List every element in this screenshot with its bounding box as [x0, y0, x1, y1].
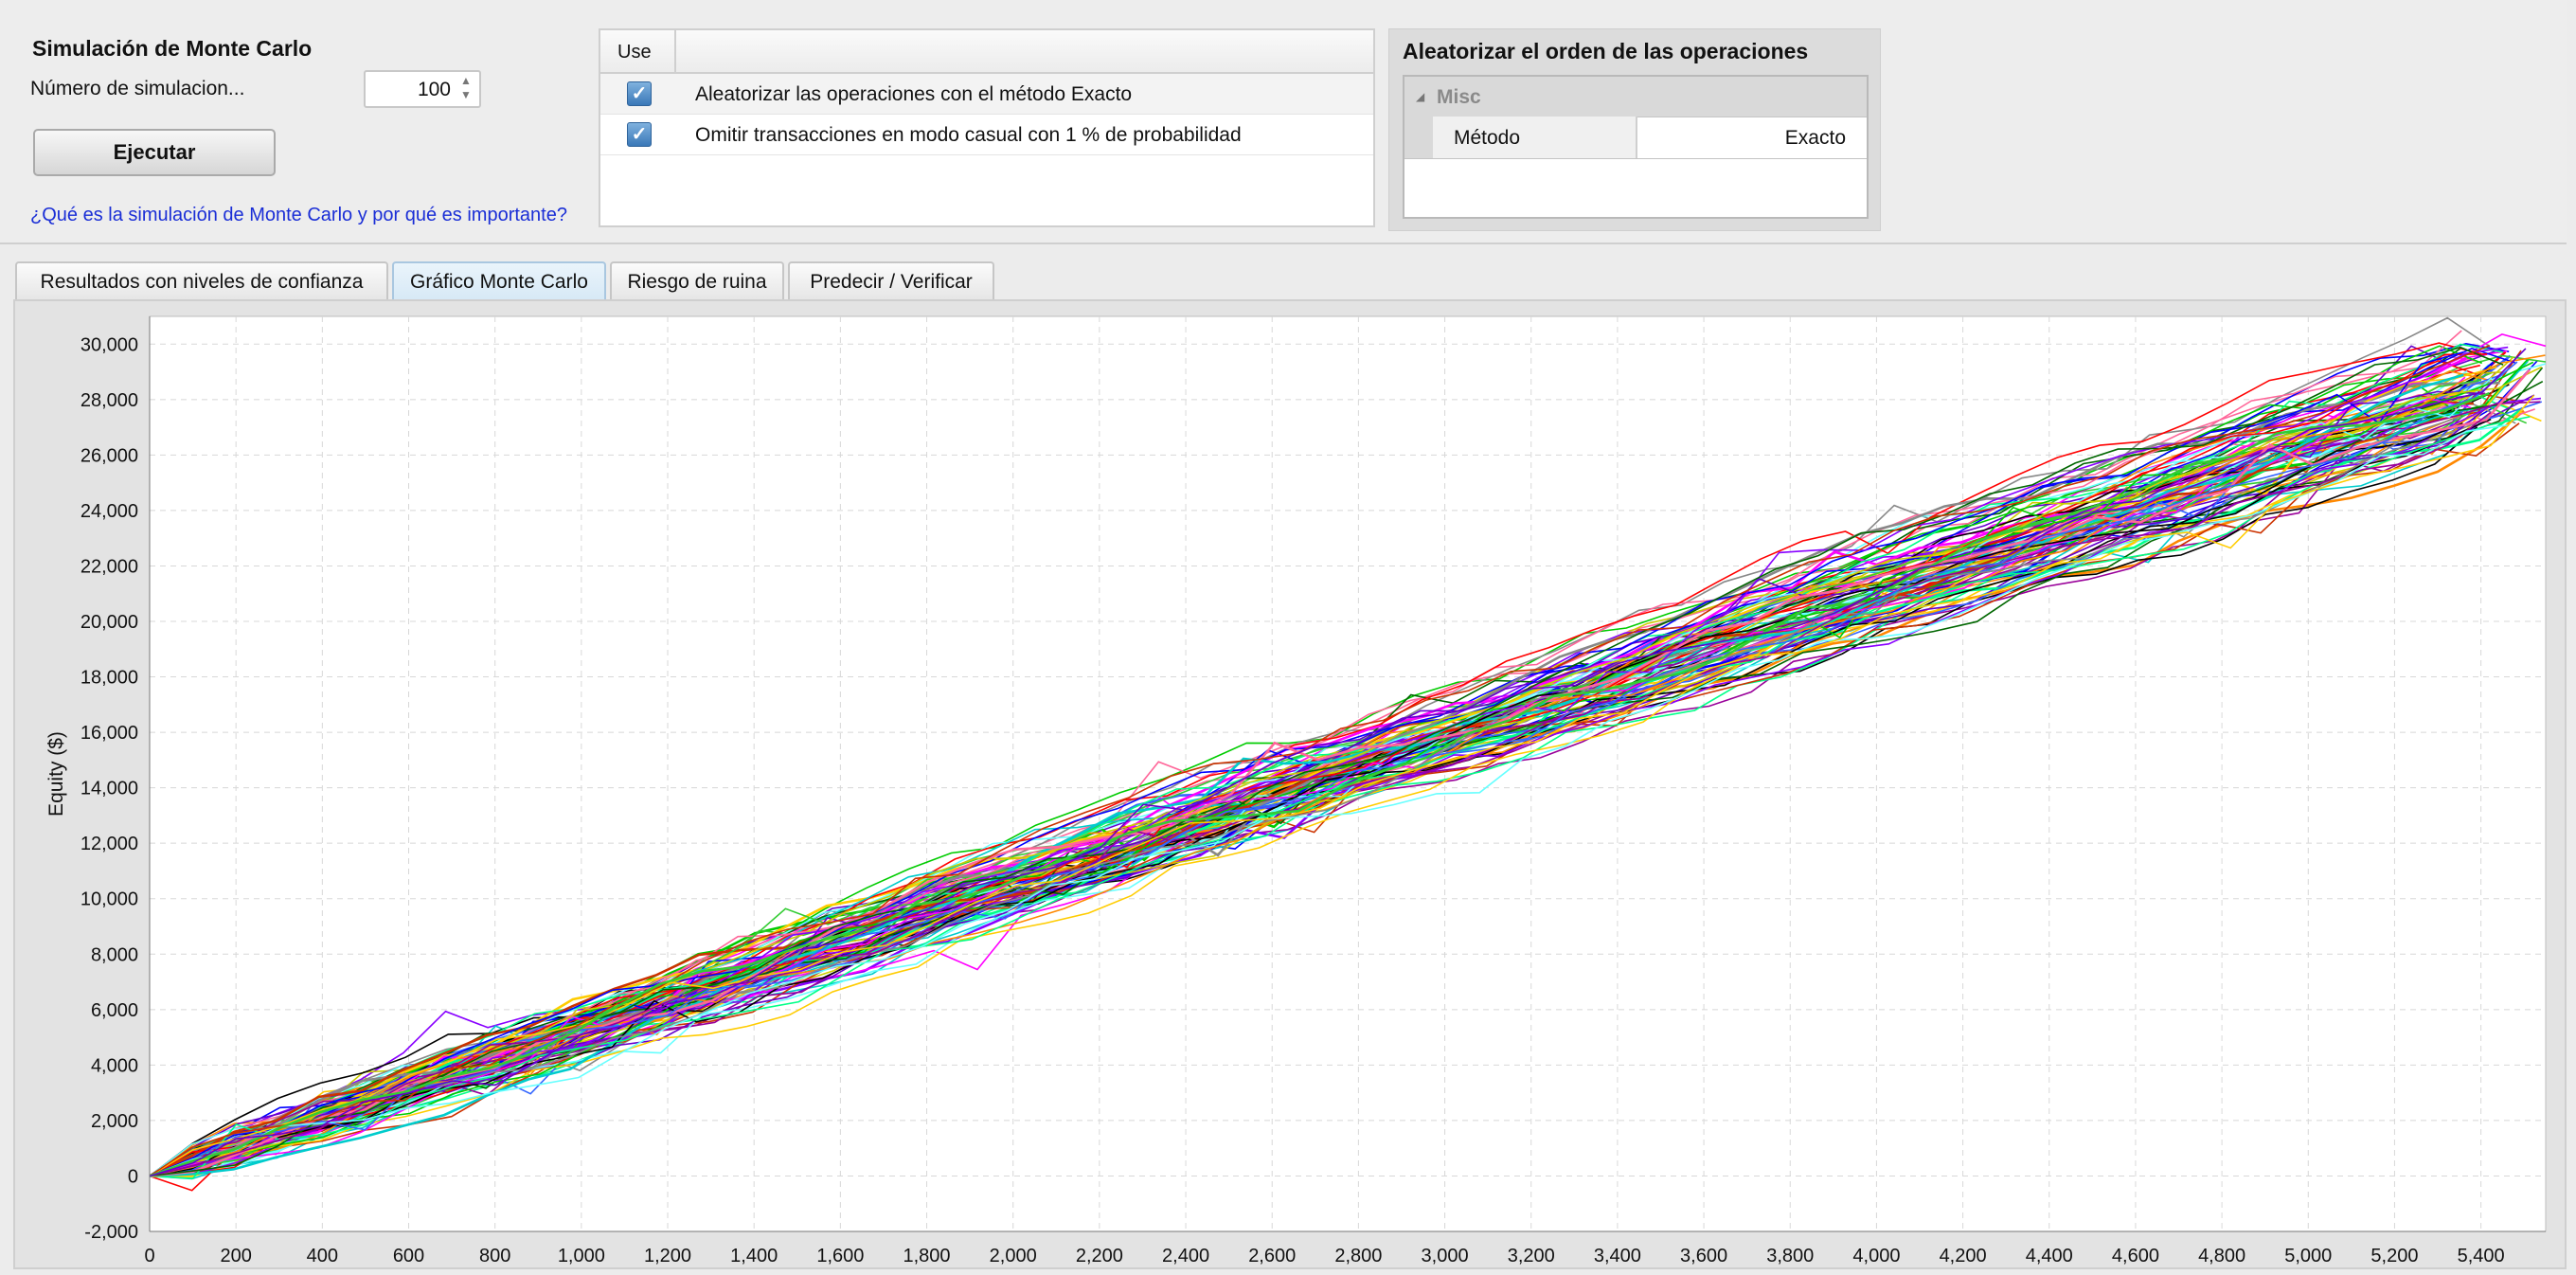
- x-tick-label: 2,800: [1334, 1246, 1382, 1266]
- x-tick-label: 200: [220, 1246, 251, 1266]
- x-tick-label: 400: [307, 1246, 338, 1266]
- property-row-gutter: [1404, 117, 1433, 158]
- x-tick-label: 4,000: [1852, 1246, 1900, 1266]
- y-tick-label: 6,000: [91, 1000, 138, 1021]
- collapse-triangle-icon[interactable]: ◢: [1416, 90, 1424, 103]
- monte-carlo-chart: 0 200 400 600 800 1,000 1,200 1,400 1,600 1,800 2,…: [45, 315, 2547, 1266]
- x-tick-label: 2,600: [1248, 1246, 1296, 1266]
- x-tick-label: 1,400: [730, 1246, 778, 1266]
- x-tick-label: 1,000: [558, 1246, 605, 1266]
- num-simulations-label: Número de simulacion...: [30, 78, 245, 99]
- x-tick-label: 600: [393, 1246, 424, 1266]
- x-tick-label: 1,600: [816, 1246, 864, 1266]
- y-axis-title: Equity ($): [45, 731, 67, 817]
- option-row-skip-trades[interactable]: ✓ Omitir transacciones en modo casual co…: [600, 115, 1373, 155]
- y-tick-label: -2,000: [84, 1222, 138, 1243]
- chart-frame: 0 200 400 600 800 1,000 1,200 1,400 1,600 1,800 2,…: [13, 299, 2567, 1269]
- option-label: Aleatorizar las operaciones con el métod…: [695, 83, 1133, 105]
- x-tick-label: 2,400: [1162, 1246, 1209, 1266]
- y-tick-label: 24,000: [80, 501, 138, 522]
- x-tick-label: 1,800: [903, 1246, 951, 1266]
- options-table-header: Use: [600, 30, 1373, 74]
- monte-carlo-help-link[interactable]: ¿Qué es la simulación de Monte Carlo y p…: [30, 205, 567, 226]
- option-label: Omitir transacciones en modo casual con …: [695, 124, 1242, 146]
- x-tick-label: 1,200: [644, 1246, 691, 1266]
- run-button[interactable]: Ejecutar: [33, 129, 276, 176]
- x-tick-label: 3,600: [1680, 1246, 1727, 1266]
- options-table: Use ✓ Aleatorizar las operaciones con el…: [599, 28, 1375, 227]
- num-simulations-spinner[interactable]: ▲▼: [364, 70, 481, 108]
- num-simulations-input[interactable]: [369, 76, 453, 104]
- x-tick-label: 4,600: [2112, 1246, 2159, 1266]
- tab-confidence-results[interactable]: Resultados con niveles de confianza: [15, 261, 388, 299]
- y-tick-label: 18,000: [80, 668, 138, 689]
- properties-title: Aleatorizar el orden de las operaciones: [1403, 39, 1809, 63]
- x-tick-label: 2,200: [1076, 1246, 1123, 1266]
- y-tick-label: 8,000: [91, 944, 138, 965]
- property-name: Método: [1454, 127, 1521, 149]
- column-divider: [674, 30, 676, 72]
- x-tick-label: 3,400: [1594, 1246, 1641, 1266]
- y-tick-label: 14,000: [80, 779, 138, 799]
- y-tick-label: 26,000: [80, 445, 138, 466]
- property-row-method[interactable]: Método Exacto: [1404, 117, 1867, 159]
- x-tick-label: 3,000: [1422, 1246, 1469, 1266]
- x-tick-label: 4,800: [2198, 1246, 2245, 1266]
- properties-panel: Aleatorizar el orden de las operaciones …: [1388, 28, 1881, 231]
- simulation-title: Simulación de Monte Carlo: [32, 36, 313, 61]
- y-tick-label: 2,000: [91, 1111, 138, 1132]
- y-tick-label: 0: [128, 1166, 138, 1187]
- x-tick-label: 5,000: [2284, 1246, 2332, 1266]
- use-column-header: Use: [617, 42, 652, 63]
- x-tick-label: 5,400: [2458, 1246, 2505, 1266]
- tab-predict-verify[interactable]: Predecir / Verificar: [788, 261, 994, 299]
- y-tick-label: 16,000: [80, 723, 138, 744]
- y-tick-label: 22,000: [80, 556, 138, 577]
- top-panel: Simulación de Monte Carlo Número de simu…: [0, 0, 2567, 244]
- randomize-checkbox[interactable]: ✓: [627, 81, 652, 106]
- y-tick-label: 28,000: [80, 390, 138, 411]
- x-tick-label: 3,200: [1508, 1246, 1555, 1266]
- x-tick-label: 2,000: [990, 1246, 1037, 1266]
- x-tick-label: 800: [479, 1246, 510, 1266]
- property-name-cell: Método: [1433, 117, 1637, 158]
- tab-monte-carlo-chart[interactable]: Gráfico Monte Carlo: [392, 261, 606, 299]
- x-tick-label: 3,800: [1766, 1246, 1814, 1266]
- y-tick-label: 30,000: [80, 334, 138, 355]
- y-tick-label: 4,000: [91, 1055, 138, 1076]
- property-group-misc[interactable]: ◢ Misc: [1404, 77, 1867, 117]
- x-tick-label: 5,200: [2370, 1246, 2418, 1266]
- y-tick-label: 10,000: [80, 889, 138, 910]
- x-tick-label: 0: [144, 1246, 154, 1266]
- property-value[interactable]: Exacto: [1785, 127, 1846, 150]
- property-group-label: Misc: [1437, 86, 1481, 108]
- y-tick-label: 12,000: [80, 834, 138, 854]
- option-row-randomize[interactable]: ✓ Aleatorizar las operaciones con el mét…: [600, 74, 1373, 115]
- x-tick-label: 4,400: [2026, 1246, 2073, 1266]
- x-tick-label: 4,200: [1940, 1246, 1987, 1266]
- spinner-arrows-icon[interactable]: ▲ ▼: [458, 74, 474, 104]
- property-grid: ◢ Misc Método Exacto: [1403, 75, 1869, 219]
- tab-risk-of-ruin[interactable]: Riesgo de ruina: [610, 261, 784, 299]
- skip-trades-checkbox[interactable]: ✓: [627, 122, 652, 147]
- y-tick-label: 20,000: [80, 612, 138, 633]
